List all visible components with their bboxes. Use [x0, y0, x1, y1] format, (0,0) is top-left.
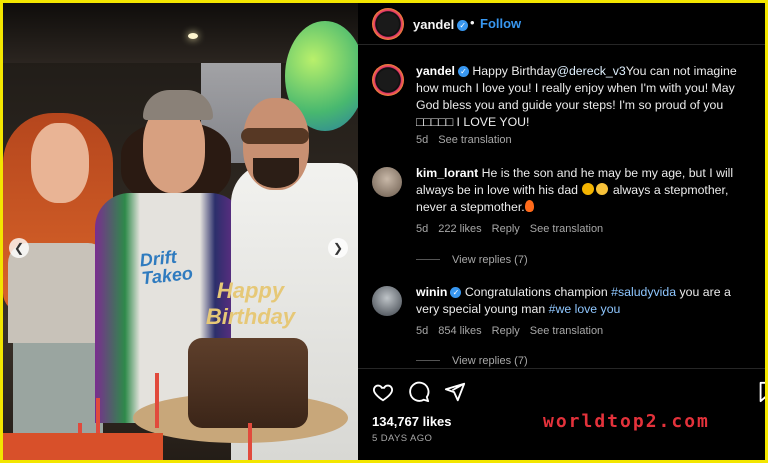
see-translation-link[interactable]: See translation [530, 223, 603, 235]
bookmark-icon[interactable] [756, 381, 765, 403]
comment-body-prefix: Happy Birthday [472, 64, 557, 78]
comment-avatar[interactable] [372, 64, 404, 96]
comment-text: kim_lorant He is the son and he may be m… [416, 165, 756, 216]
shirt-print: Drift Takeo [138, 246, 194, 289]
grinning-emoji-icon [596, 183, 609, 195]
comment-like-count[interactable]: 854 likes [438, 325, 481, 337]
comment-username[interactable]: kim_lorant [416, 166, 478, 180]
carousel-next-button[interactable]: ❯ [328, 238, 348, 258]
comment-age: 5d [416, 134, 429, 146]
author-username[interactable]: yandel [413, 17, 454, 32]
comment-meta: 5d 854 likes Reply See translation [416, 325, 613, 337]
reply-button[interactable]: Reply [492, 223, 520, 235]
carousel-prev-button[interactable]: ❮ [9, 238, 29, 258]
comment-like-count[interactable]: 222 likes [438, 223, 481, 235]
cake-topper: Happy Birthday [205, 278, 296, 329]
comment-icon[interactable] [408, 381, 430, 403]
hashtag-link[interactable]: #saludyvida [611, 285, 676, 299]
comment-meta: 5d 222 likes Reply See translation [416, 223, 613, 235]
view-replies-label: View replies (7) [452, 254, 528, 266]
comment-avatar[interactable] [372, 167, 402, 197]
replies-divider [416, 360, 440, 361]
comment-age: 5d [416, 325, 429, 337]
see-translation-link[interactable]: See translation [530, 325, 603, 337]
woman-face [31, 123, 89, 203]
candle [248, 423, 252, 460]
mention-link[interactable]: @dereck_v3 [556, 64, 625, 78]
hashtag-link[interactable]: #we love you [549, 302, 621, 316]
view-replies-button[interactable]: View replies (7) [416, 254, 528, 266]
header-separator: • [470, 15, 475, 30]
see-translation-link[interactable]: See translation [438, 134, 511, 146]
post-side-panel: yandel ✓ • Follow yandel ✓ Happy Birthday@… [358, 3, 765, 460]
comment-text: yandel ✓ Happy Birthday@dereck_v3You can … [416, 63, 756, 131]
post-actions-bar: 134,767 likes 5 DAYS AGO worldtop2.com [358, 368, 765, 460]
reply-button[interactable]: Reply [492, 325, 520, 337]
ceiling-light [188, 33, 198, 39]
verified-badge-icon: ✓ [457, 20, 469, 31]
heart-icon[interactable] [372, 381, 394, 403]
fire-emoji-icon [524, 200, 534, 212]
instagram-post-frame: Drift Takeo Happy Birthday ❮ ❯ yandel ✓ •… [3, 3, 765, 460]
comment-avatar[interactable] [372, 286, 402, 316]
verified-badge-icon: ✓ [450, 287, 462, 298]
post-photo[interactable]: Drift Takeo Happy Birthday ❮ ❯ [3, 3, 358, 460]
post-timestamp: 5 DAYS AGO [372, 433, 433, 444]
comment-meta: 5d See translation [416, 134, 522, 146]
man-sunglasses [241, 128, 309, 144]
share-icon[interactable] [444, 381, 466, 403]
follow-button[interactable]: Follow [480, 16, 521, 31]
view-replies-label: View replies (7) [452, 355, 528, 367]
comment-text: winin ✓ Congratulations champion #saludyv… [416, 284, 756, 318]
author-name[interactable]: yandel ✓ [413, 16, 469, 34]
star-eyes-emoji-icon [582, 183, 595, 195]
verified-badge-icon: ✓ [457, 66, 469, 77]
gift-bag [3, 433, 163, 460]
comment-age: 5d [416, 223, 429, 235]
post-header: yandel ✓ • Follow [358, 3, 765, 45]
comment-username[interactable]: yandel [416, 64, 455, 78]
site-watermark: worldtop2.com [543, 411, 710, 432]
birthday-cake [188, 338, 308, 428]
candle [155, 373, 159, 428]
view-replies-button[interactable]: View replies (7) [416, 355, 528, 367]
replies-divider [416, 259, 440, 260]
author-avatar[interactable] [372, 8, 404, 40]
young-man-cap [143, 90, 213, 120]
woman-body [8, 243, 108, 343]
man-beard [253, 158, 299, 188]
comment-body-prefix: Congratulations champion [464, 285, 608, 299]
like-count[interactable]: 134,767 likes [372, 414, 452, 429]
comment-username[interactable]: winin [416, 285, 447, 299]
